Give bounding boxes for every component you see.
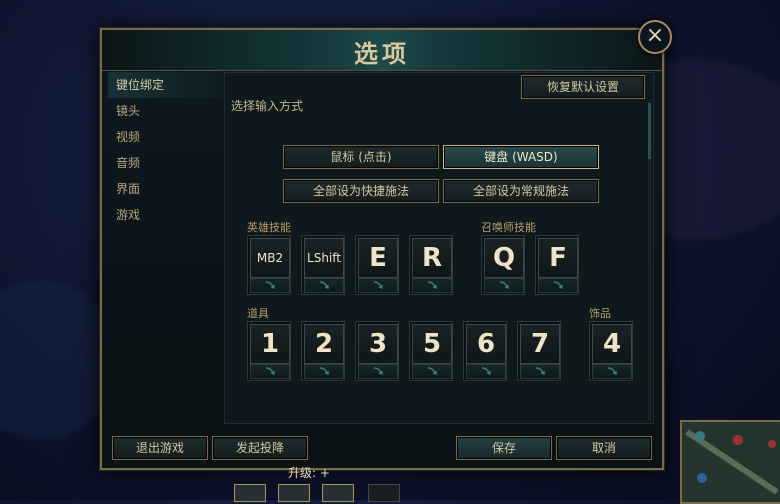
summoner-skills-label: 召唤师技能 [481, 221, 536, 234]
curved-arrow-icon [427, 367, 437, 375]
quick-cast-toggle[interactable] [520, 364, 560, 379]
keybind-slot[interactable]: F [535, 235, 579, 295]
input-method-label: 选择输入方式 [231, 99, 304, 113]
set-all-normal-cast-button[interactable]: 全部设为常规施法 [443, 179, 599, 203]
key-label: 6 [466, 324, 506, 364]
close-icon[interactable]: × [638, 20, 672, 54]
key-label: 3 [358, 324, 398, 364]
keybind-slot[interactable]: Q [481, 235, 525, 295]
curved-arrow-icon [319, 281, 329, 289]
quick-cast-toggle[interactable] [304, 364, 344, 379]
options-sidebar: 键位绑定 镜头 视频 音频 界面 游戏 [108, 72, 224, 228]
quick-cast-toggle[interactable] [412, 364, 452, 379]
save-button[interactable]: 保存 [456, 436, 552, 460]
scrollbar-thumb[interactable] [648, 103, 651, 159]
set-all-quick-cast-button[interactable]: 全部设为快捷施法 [283, 179, 439, 203]
keybind-slot[interactable]: E [355, 235, 399, 295]
quick-cast-toggle[interactable] [250, 278, 290, 293]
quick-cast-toggle[interactable] [304, 278, 344, 293]
minimap-terrain-icon [682, 422, 780, 502]
mouse-click-mode-button[interactable]: 鼠标 (点击) [283, 145, 439, 169]
quick-cast-toggle[interactable] [412, 278, 452, 293]
keybind-slot[interactable]: LShift [301, 235, 345, 295]
sidebar-item-camera[interactable]: 镜头 [108, 98, 224, 124]
keybind-slot[interactable]: 3 [355, 321, 399, 381]
skill-slot-icon[interactable] [368, 484, 400, 502]
quick-cast-toggle[interactable] [484, 278, 524, 293]
dialog-footer: 退出游戏 发起投降 保存 取消 [102, 428, 662, 468]
restore-defaults-button[interactable]: 恢复默认设置 [521, 75, 645, 99]
curved-arrow-icon [499, 281, 509, 289]
curved-arrow-icon [373, 367, 383, 375]
keybinding-panel: 恢复默认设置 选择输入方式 鼠标 (点击) 键盘 (WASD) 全部设为快捷施法… [224, 72, 654, 424]
sidebar-item-video[interactable]: 视频 [108, 124, 224, 150]
dialog-header: 选项 [102, 30, 662, 71]
key-label: E [358, 238, 398, 278]
curved-arrow-icon [265, 281, 275, 289]
keybind-slot[interactable]: 5 [409, 321, 453, 381]
curved-arrow-icon [607, 367, 617, 375]
cancel-button[interactable]: 取消 [556, 436, 652, 460]
key-label: MB2 [250, 238, 290, 278]
keybind-slot[interactable]: MB2 [247, 235, 291, 295]
keybind-slot[interactable]: R [409, 235, 453, 295]
skill-upgrade-icon[interactable] [278, 484, 310, 502]
key-label: Q [484, 238, 524, 278]
key-label: F [538, 238, 578, 278]
key-label: 2 [304, 324, 344, 364]
key-label: 5 [412, 324, 452, 364]
keyboard-wasd-mode-button[interactable]: 键盘 (WASD) [443, 145, 599, 169]
key-label: LShift [304, 238, 344, 278]
key-label: 4 [592, 324, 632, 364]
sidebar-item-interface[interactable]: 界面 [108, 176, 224, 202]
quick-cast-toggle[interactable] [250, 364, 290, 379]
curved-arrow-icon [481, 367, 491, 375]
curved-arrow-icon [265, 367, 275, 375]
trinket-label: 饰品 [589, 307, 611, 320]
dialog-title: 选项 [354, 40, 410, 68]
key-label: 7 [520, 324, 560, 364]
curved-arrow-icon [427, 281, 437, 289]
keybind-slot[interactable]: 2 [301, 321, 345, 381]
content-scrollbar[interactable] [648, 103, 651, 421]
surrender-button[interactable]: 发起投降 [212, 436, 308, 460]
skill-upgrade-icon[interactable] [234, 484, 266, 502]
quick-cast-toggle[interactable] [538, 278, 578, 293]
options-dialog: 选项 键位绑定 镜头 视频 音频 界面 游戏 恢复默认设置 选择输入方式 鼠标 … [100, 28, 664, 470]
curved-arrow-icon [319, 367, 329, 375]
quick-cast-toggle[interactable] [592, 364, 632, 379]
keybind-slot[interactable]: 4 [589, 321, 633, 381]
hero-skills-label: 英雄技能 [247, 221, 291, 234]
items-label: 道具 [247, 307, 269, 320]
curved-arrow-icon [373, 281, 383, 289]
quick-cast-toggle[interactable] [466, 364, 506, 379]
level-up-text: 升级: + [288, 466, 330, 480]
sidebar-item-keybindings[interactable]: 键位绑定 [108, 72, 224, 98]
curved-arrow-icon [535, 367, 545, 375]
key-label: 1 [250, 324, 290, 364]
minimap[interactable] [680, 420, 780, 504]
keybind-slot[interactable]: 1 [247, 321, 291, 381]
curved-arrow-icon [553, 281, 563, 289]
keybind-slot[interactable]: 6 [463, 321, 507, 381]
exit-game-button[interactable]: 退出游戏 [112, 436, 208, 460]
keybind-slot[interactable]: 7 [517, 321, 561, 381]
skill-upgrade-icon[interactable] [322, 484, 354, 502]
sidebar-item-game[interactable]: 游戏 [108, 202, 224, 228]
sidebar-item-audio[interactable]: 音频 [108, 150, 224, 176]
quick-cast-toggle[interactable] [358, 364, 398, 379]
key-label: R [412, 238, 452, 278]
quick-cast-toggle[interactable] [358, 278, 398, 293]
